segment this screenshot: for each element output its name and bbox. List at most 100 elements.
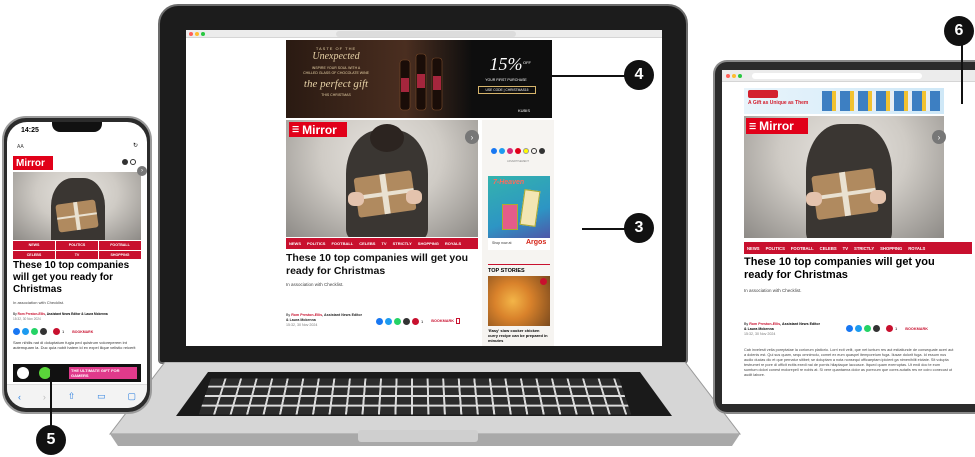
phone-nav-celebs[interactable]: CELEBS	[13, 250, 55, 259]
phone-nav-shopping[interactable]: SHOPPING	[99, 250, 141, 259]
callout-4-line	[552, 75, 626, 77]
nav-tv[interactable]: TV	[378, 238, 389, 249]
tablet-nav-tv[interactable]: TV	[840, 242, 851, 254]
phone-nav-politics[interactable]: POLITICS	[56, 241, 98, 250]
tablet-nav-royals[interactable]: ROYALS	[905, 242, 928, 254]
nav-news[interactable]: NEWS	[286, 238, 304, 249]
twitter-icon[interactable]	[499, 148, 505, 154]
account-icon[interactable]	[539, 148, 545, 154]
nav-strictly[interactable]: STRICTLY	[390, 238, 415, 249]
tablet-address-bar[interactable]	[752, 73, 922, 79]
facebook-share-icon[interactable]	[376, 317, 383, 325]
whatsapp-share-icon[interactable]	[394, 317, 401, 325]
tablet-minimize-icon[interactable]	[732, 74, 736, 78]
ad-line2: Unexpected	[312, 51, 360, 62]
tablet-author[interactable]: Rom Preston-Ellis	[749, 322, 780, 326]
ad-line3: INSPIRE YOUR SOUL WITH A	[311, 66, 361, 70]
tablet-ad-products	[822, 91, 940, 111]
phone-hero[interactable]	[13, 172, 141, 240]
callout-3-line	[582, 228, 626, 230]
phone-bookmarks-icon[interactable]: ▭	[97, 391, 106, 402]
phone-forward-icon[interactable]: ›	[43, 392, 46, 402]
phone-nav-news[interactable]: NEWS	[13, 241, 55, 250]
link-share-icon[interactable]	[403, 317, 410, 325]
nav-celebs[interactable]: CELEBS	[356, 238, 378, 249]
facebook-icon[interactable]	[491, 148, 497, 154]
mirror-logo[interactable]: ☰ Mirror	[289, 122, 347, 137]
tablet-mirror-logo[interactable]: ☰ Mirror	[746, 118, 808, 134]
tablet-link-icon[interactable]	[873, 325, 880, 332]
phone-gaming-banner[interactable]: THE ULTIMATE GIFT FOR GAMERS	[13, 364, 141, 382]
window-zoom-icon[interactable]	[201, 32, 205, 36]
tablet-hero[interactable]	[744, 116, 944, 238]
twitter-share-icon[interactable]	[385, 317, 392, 325]
youtube-icon[interactable]	[515, 148, 521, 154]
phone-comments-icon[interactable]	[53, 328, 60, 335]
tablet-close-icon[interactable]	[726, 74, 730, 78]
tablet-body-text: Cab invelesit velia poreptatae la corior…	[744, 348, 954, 377]
nav-royals[interactable]: ROYALS	[442, 238, 464, 249]
phone-byline: By Rom Preston-Ellis, Assistant News Edi…	[13, 312, 143, 321]
phone-reload-icon[interactable]: ↻	[133, 142, 138, 149]
tablet-nav-shopping[interactable]: SHOPPING	[877, 242, 905, 254]
bookmark-button[interactable]: BOOKMARK	[431, 319, 454, 323]
article-hero[interactable]	[286, 120, 478, 237]
author-link[interactable]: Rom Preston-Ellis	[291, 313, 322, 317]
phone-whatsapp-icon[interactable]	[31, 328, 38, 335]
tablet-bookmark-button[interactable]: BOOKMARK	[905, 327, 928, 331]
instagram-icon[interactable]	[507, 148, 513, 154]
phone-author[interactable]: Rom Preston-Ellis	[18, 312, 45, 316]
top-story-image[interactable]	[488, 276, 550, 326]
tablet-whatsapp-icon[interactable]	[864, 325, 871, 332]
wine-bottles	[394, 46, 454, 112]
phone-share-icon[interactable]: ⇧	[68, 391, 76, 402]
nav-shopping[interactable]: SHOPPING	[415, 238, 442, 249]
tablet-nav-politics[interactable]: POLITICS	[763, 242, 788, 254]
tablet-toolbar	[722, 70, 975, 82]
phone-facebook-icon[interactable]	[13, 328, 20, 335]
search-icon[interactable]	[531, 148, 537, 154]
carousel-next-button[interactable]: ›	[465, 130, 479, 144]
tablet-byline: By Rom Preston-Ellis, Assistant News Edi…	[744, 322, 854, 337]
menu-icon[interactable]: ☰	[292, 125, 299, 134]
comments-icon[interactable]	[412, 317, 419, 325]
ad-line6: THIS CHRISTMAS	[321, 93, 351, 97]
phone-tabs-icon[interactable]: ▢	[128, 391, 137, 402]
address-bar[interactable]	[336, 31, 516, 37]
ad-banner[interactable]: TASTE OF THE Unexpected INSPIRE YOUR SOU…	[286, 40, 552, 118]
phone-mirror-logo[interactable]: Mirror	[13, 156, 53, 170]
tablet-nav-strictly[interactable]: STRICTLY	[851, 242, 877, 254]
tablet-zoom-icon[interactable]	[738, 74, 742, 78]
phone-account-icon[interactable]	[122, 159, 128, 165]
phone-bottom-bar: ‹ › ⇧ ▭ ▢	[7, 384, 147, 408]
tablet-nav-news[interactable]: NEWS	[744, 242, 763, 254]
tablet-standfirst: In association with Checklist.	[744, 288, 802, 293]
window-minimize-icon[interactable]	[195, 32, 199, 36]
snapchat-icon[interactable]	[523, 148, 529, 154]
phone-carousel-next[interactable]: ›	[137, 166, 147, 176]
article-standfirst: In association with Checklist.	[286, 282, 344, 287]
phone-twitter-icon[interactable]	[22, 328, 29, 335]
phone-nav-football[interactable]: FOOTBALL	[99, 241, 141, 250]
window-close-icon[interactable]	[189, 32, 193, 36]
phone-search-icon[interactable]	[130, 159, 136, 165]
tablet-twitter-icon[interactable]	[855, 325, 862, 332]
bookmark-icon[interactable]	[456, 318, 461, 324]
phone-nav-tv[interactable]: TV	[56, 250, 98, 259]
argos-ad[interactable]: 7-Heaven Shop now at Argos	[488, 176, 550, 250]
tablet-nav-football[interactable]: FOOTBALL	[788, 242, 817, 254]
tablet-ad[interactable]: A Gift as Unique as Them	[744, 88, 944, 114]
phone-bookmark-button[interactable]: BOOKMARK	[72, 330, 93, 334]
phone-back-icon[interactable]: ‹	[18, 392, 21, 402]
tablet-nav-celebs[interactable]: CELEBS	[817, 242, 840, 254]
phone-link-icon[interactable]	[40, 328, 47, 335]
tablet-facebook-icon[interactable]	[846, 325, 853, 332]
nav-politics[interactable]: POLITICS	[304, 238, 328, 249]
nav-football[interactable]: FOOTBALL	[328, 238, 356, 249]
tablet-menu-icon[interactable]: ☰	[749, 122, 756, 131]
phone-aa[interactable]: AA	[17, 144, 24, 150]
top-story-headline[interactable]: 'Easy' slow cooker chicken curry recipe …	[488, 328, 550, 343]
tablet-carousel-next[interactable]: ›	[932, 130, 946, 144]
tablet-comments-icon[interactable]	[886, 325, 893, 332]
tablet-date: 15:32, 30 Nov 2024	[744, 332, 776, 336]
